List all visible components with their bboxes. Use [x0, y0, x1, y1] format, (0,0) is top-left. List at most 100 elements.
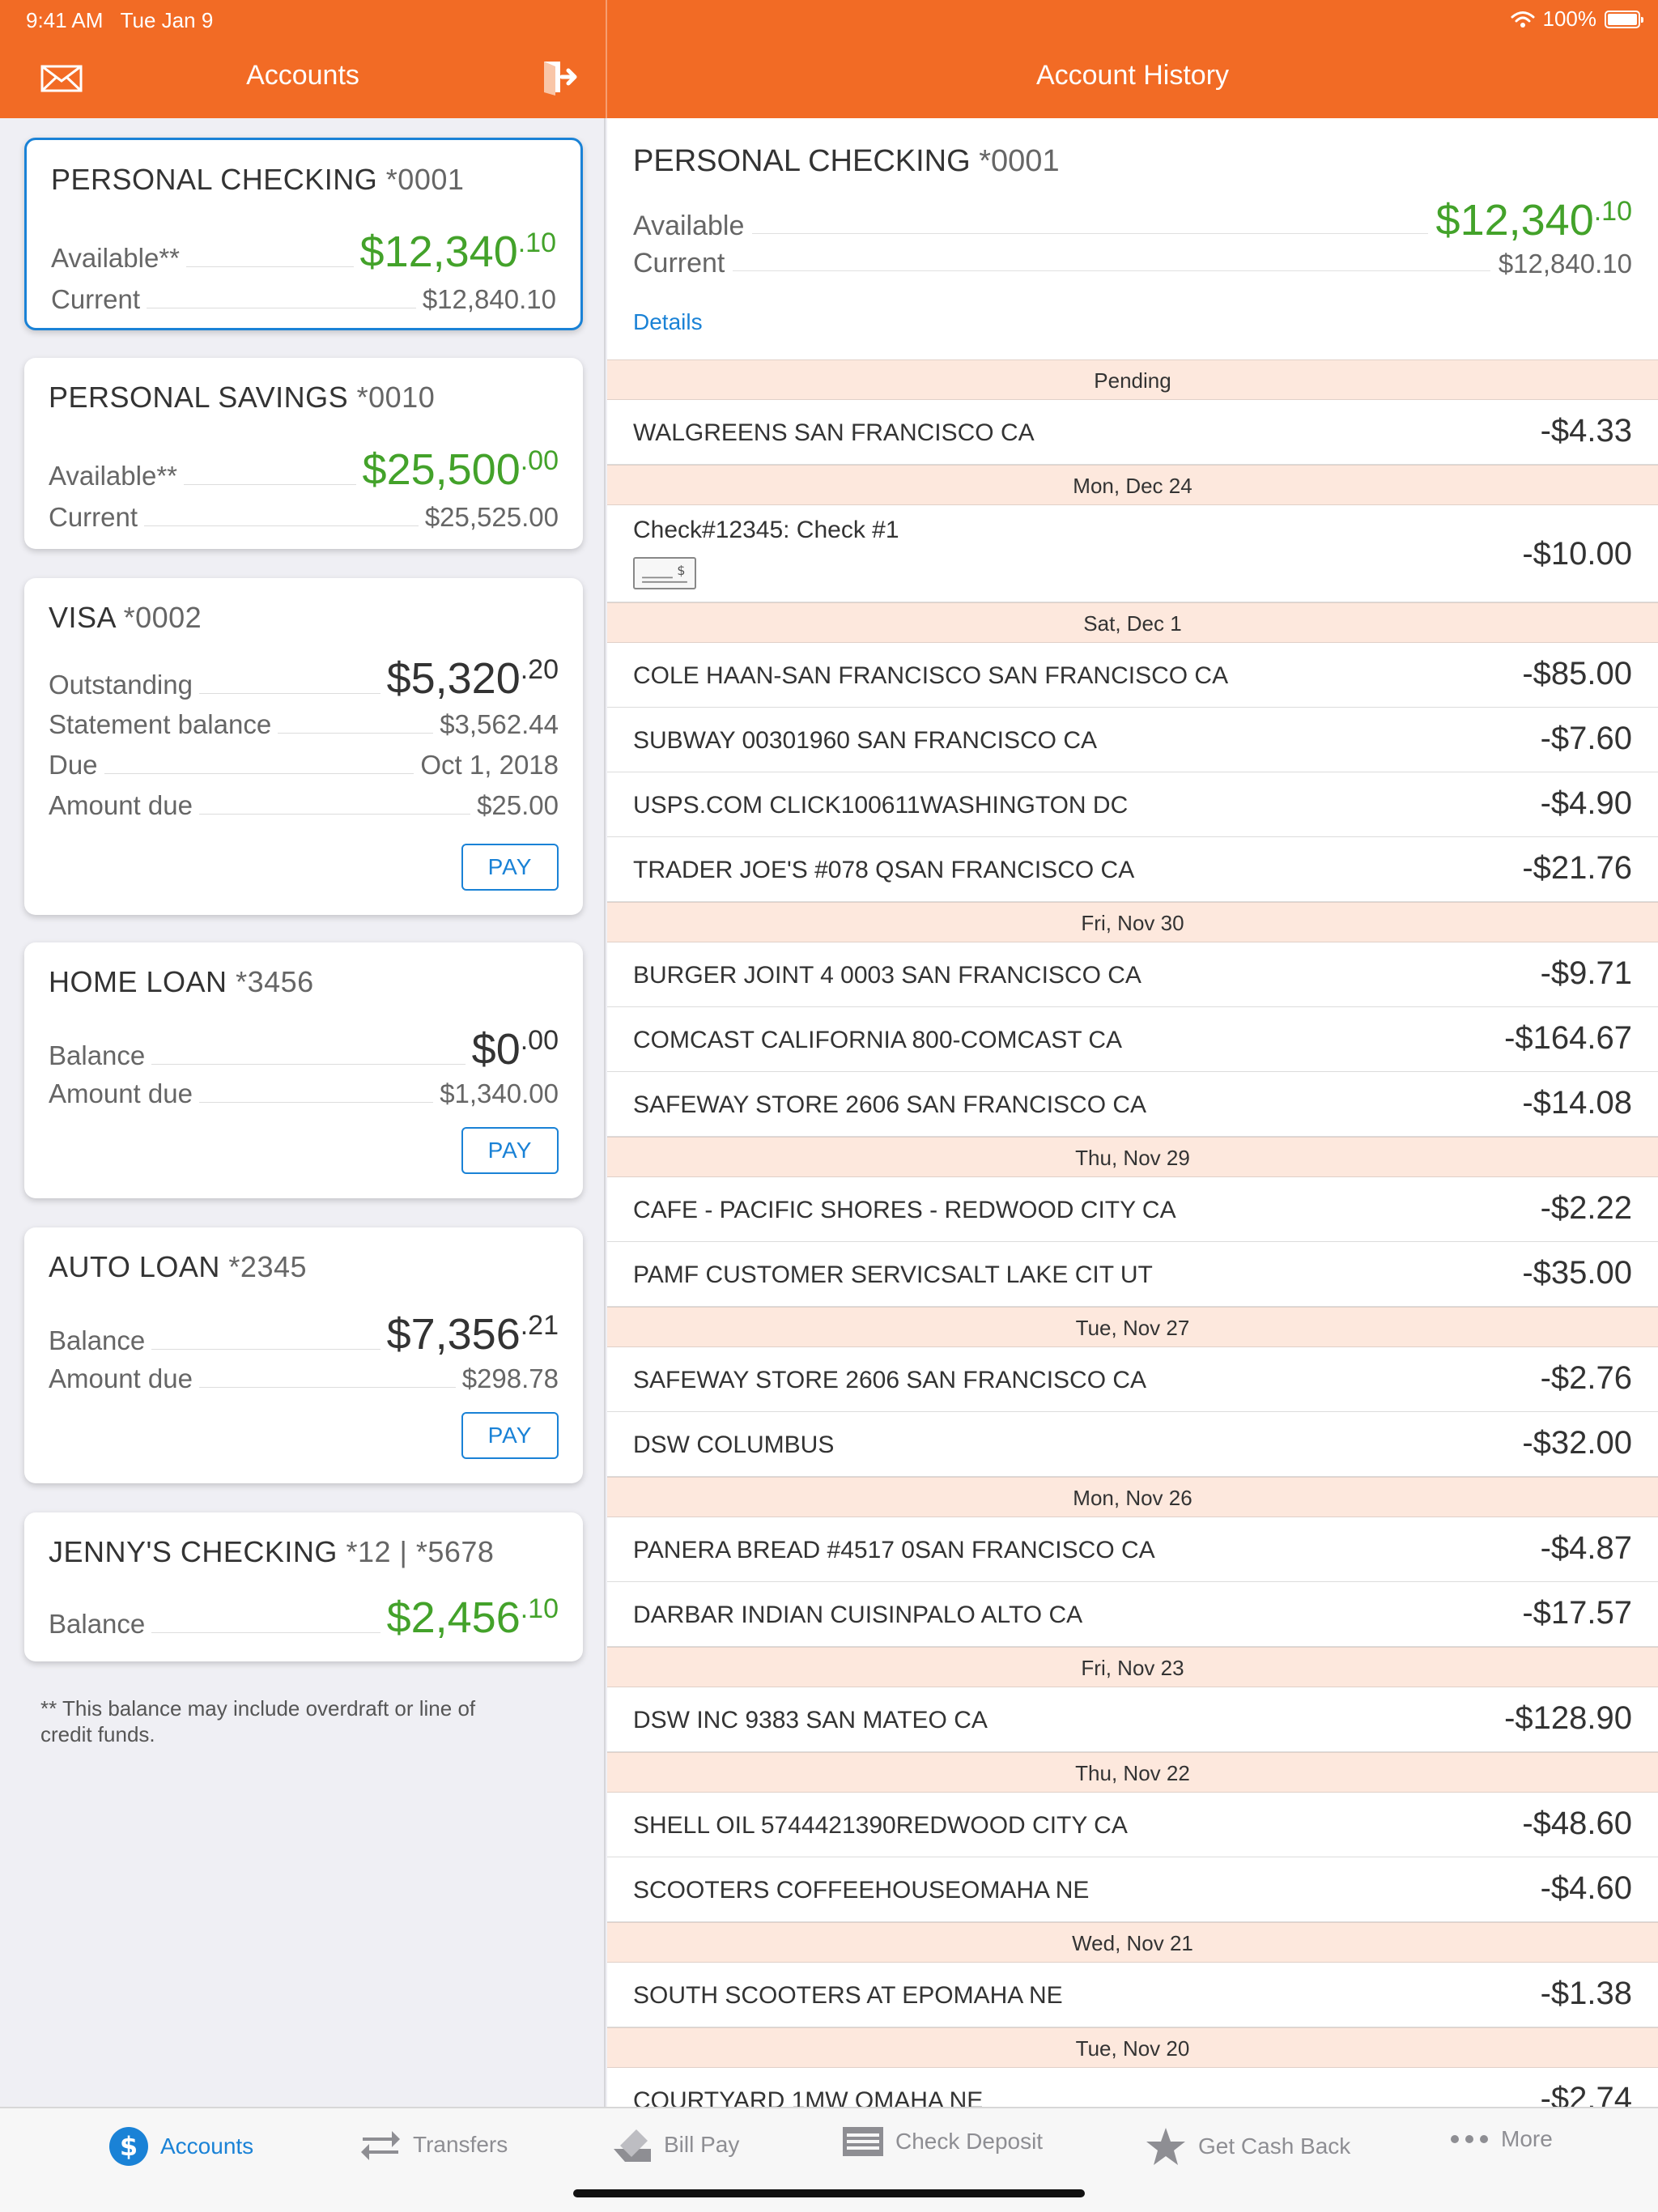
transaction-row[interactable]: PANERA BREAD #4517 0SAN FRANCISCO CA -$4…	[607, 1517, 1658, 1582]
tab-transfers[interactable]: Transfers	[359, 2126, 508, 2163]
loan-balance: $0.00	[471, 1025, 559, 1074]
logout-icon[interactable]	[541, 58, 581, 96]
transaction-row[interactable]: SUBWAY 00301960 SAN FRANCISCO CA -$7.60	[607, 708, 1658, 772]
history-available-balance: $12,340.10	[1435, 196, 1632, 245]
section-header: Tue, Nov 20	[607, 2027, 1658, 2068]
tab-accounts[interactable]: $ Accounts	[108, 2126, 253, 2167]
account-card-home-loan[interactable]: HOME LOAN *3456 Balance $0.00 Amount due…	[24, 942, 583, 1198]
current-row: Current $12,840.10	[51, 284, 556, 314]
bill-icon	[614, 2129, 651, 2162]
account-card-auto-loan[interactable]: AUTO LOAN *2345 Balance $7,356.21 Amount…	[24, 1227, 583, 1483]
section-header: Tue, Nov 27	[607, 1307, 1658, 1347]
available-balance: $12,340.10	[359, 228, 556, 276]
section-header: Sat, Dec 1	[607, 602, 1658, 643]
amount-due-row: Amount due $25.00	[49, 790, 559, 820]
pay-button-home-loan[interactable]: PAY	[461, 1127, 559, 1174]
tab-label: Accounts	[160, 2133, 254, 2159]
pay-button-auto-loan[interactable]: PAY	[461, 1412, 559, 1459]
status-indicators: 100%	[1511, 6, 1643, 32]
section-header: Mon, Dec 24	[607, 465, 1658, 505]
section-header: Wed, Nov 21	[607, 1922, 1658, 1963]
current-row: Current $25,525.00	[49, 502, 559, 532]
section-header: Fri, Nov 23	[607, 1647, 1658, 1687]
section-header: Thu, Nov 22	[607, 1752, 1658, 1793]
pay-button-visa[interactable]: PAY	[461, 844, 559, 891]
status-time: 9:41 AM	[26, 8, 104, 32]
transaction-row[interactable]: COMCAST CALIFORNIA 800-COMCAST CA -$164.…	[607, 1007, 1658, 1072]
transaction-row[interactable]: COURTYARD 1MW OMAHA NE -$2.74	[607, 2068, 1658, 2107]
account-card-personal-savings[interactable]: PERSONAL SAVINGS *0010 Available** $25,5…	[24, 358, 583, 549]
transaction-row[interactable]: SAFEWAY STORE 2606 SAN FRANCISCO CA -$2.…	[607, 1347, 1658, 1412]
battery-percent: 100%	[1542, 6, 1597, 31]
balance-footnote: ** This balance may include overdraft or…	[40, 1696, 476, 1746]
transaction-row[interactable]: DSW INC 9383 SAN MATEO CA -$128.90	[607, 1687, 1658, 1752]
check-image-icon[interactable]: $	[633, 557, 696, 589]
svg-text:$: $	[677, 563, 685, 578]
account-name: VISA *0002	[49, 601, 202, 634]
amount-due-row: Amount due $1,340.00	[49, 1078, 559, 1108]
home-indicator	[573, 2189, 1085, 2197]
loan-balance: $7,356.21	[386, 1310, 559, 1359]
transaction-row[interactable]: COLE HAAN-SAN FRANCISCO SAN FRANCISCO CA…	[607, 643, 1658, 708]
balance-row: Balance $0.00	[49, 1025, 559, 1074]
dollar-circle-icon: $	[109, 2127, 148, 2166]
transaction-row[interactable]: DARBAR INDIAN CUISINPALO ALTO CA -$17.57	[607, 1582, 1658, 1647]
checking-balance: $2,456.10	[386, 1593, 559, 1642]
available-row: Available** $25,500.00	[49, 445, 559, 494]
ellipsis-icon	[1451, 2135, 1488, 2143]
transaction-row[interactable]: TRADER JOE'S #078 QSAN FRANCISCO CA -$21…	[607, 837, 1658, 902]
account-name: HOME LOAN *3456	[49, 965, 314, 998]
transaction-row[interactable]: USPS.COM CLICK100611WASHINGTON DC -$4.90	[607, 772, 1658, 837]
balance-row: Balance $7,356.21	[49, 1310, 559, 1359]
section-header: Fri, Nov 30	[607, 902, 1658, 942]
details-link[interactable]: Details	[633, 309, 703, 335]
battery-icon	[1605, 10, 1643, 28]
svg-text:$: $	[120, 2131, 138, 2162]
transaction-row[interactable]: SOUTH SCOOTERS AT EPOMAHA NE -$1.38	[607, 1963, 1658, 2027]
history-available-row: Available $12,340.10	[633, 196, 1632, 245]
tab-label: Bill Pay	[664, 2132, 740, 2157]
account-card-personal-checking[interactable]: PERSONAL CHECKING *0001 Available** $12,…	[24, 138, 583, 330]
transaction-row[interactable]: CAFE - PACIFIC SHORES - REDWOOD CITY CA …	[607, 1177, 1658, 1242]
tab-label: More	[1501, 2126, 1553, 2151]
account-history-pane[interactable]: PERSONAL CHECKING *0001 Available $12,34…	[607, 118, 1658, 2107]
transaction-row[interactable]: DSW COLUMBUS -$32.00	[607, 1412, 1658, 1477]
transaction-row[interactable]: WALGREENS SAN FRANCISCO CA -$4.33	[607, 400, 1658, 465]
accounts-title: Accounts	[246, 60, 359, 91]
top-bar: 9:41 AM Tue Jan 9 100% Accounts Account …	[0, 0, 1658, 118]
transaction-row[interactable]: Check#12345: Check #1 $ -$10.00	[607, 505, 1658, 602]
pane-divider	[606, 0, 607, 118]
transaction-row[interactable]: BURGER JOINT 4 0003 SAN FRANCISCO CA -$9…	[607, 942, 1658, 1007]
accounts-list[interactable]: PERSONAL CHECKING *0001 Available** $12,…	[0, 118, 606, 2107]
status-date: Tue Jan 9	[120, 8, 214, 32]
tab-check-deposit[interactable]: Check Deposit	[842, 2126, 1043, 2157]
statement-balance-row: Statement balance $3,562.44	[49, 709, 559, 739]
tab-label: Transfers	[413, 2132, 508, 2157]
tab-more[interactable]: More	[1449, 2126, 1553, 2152]
available-row: Available** $12,340.10	[51, 228, 556, 276]
balance-row: Balance $2,456.10	[49, 1593, 559, 1642]
account-history-title: Account History	[1035, 60, 1230, 91]
transaction-row[interactable]: SCOOTERS COFFEEHOUSEOMAHA NE -$4.60	[607, 1857, 1658, 1922]
account-name: AUTO LOAN *2345	[49, 1250, 308, 1283]
transaction-row[interactable]: PAMF CUSTOMER SERVICSALT LAKE CIT UT -$3…	[607, 1242, 1658, 1307]
account-name: PERSONAL SAVINGS *0010	[49, 381, 436, 414]
transaction-row[interactable]: SHELL OIL 5744421390REDWOOD CITY CA -$48…	[607, 1793, 1658, 1857]
tab-bill-pay[interactable]: Bill Pay	[612, 2126, 739, 2163]
account-card-jennys-checking[interactable]: JENNY'S CHECKING *12 | *5678 Balance $2,…	[24, 1512, 583, 1661]
tab-get-cash-back[interactable]: Get Cash Back	[1145, 2126, 1350, 2167]
section-header: Thu, Nov 29	[607, 1137, 1658, 1177]
history-account-name: PERSONAL CHECKING *0001	[633, 144, 1060, 178]
section-header: Pending	[607, 359, 1658, 400]
section-header: Mon, Nov 26	[607, 1477, 1658, 1517]
amount-due-row: Amount due $298.78	[49, 1363, 559, 1393]
due-date-row: Due Oct 1, 2018	[49, 750, 559, 780]
star-icon	[1146, 2128, 1185, 2165]
history-current-row: Current $12,840.10	[633, 248, 1632, 279]
wifi-icon	[1511, 11, 1534, 28]
tab-label: Get Cash Back	[1198, 2133, 1351, 2159]
check-icon	[843, 2127, 883, 2156]
account-name: PERSONAL CHECKING *0001	[51, 163, 465, 196]
account-card-visa[interactable]: VISA *0002 Outstanding $5,320.20 Stateme…	[24, 578, 583, 915]
transaction-row[interactable]: SAFEWAY STORE 2606 SAN FRANCISCO CA -$14…	[607, 1072, 1658, 1137]
